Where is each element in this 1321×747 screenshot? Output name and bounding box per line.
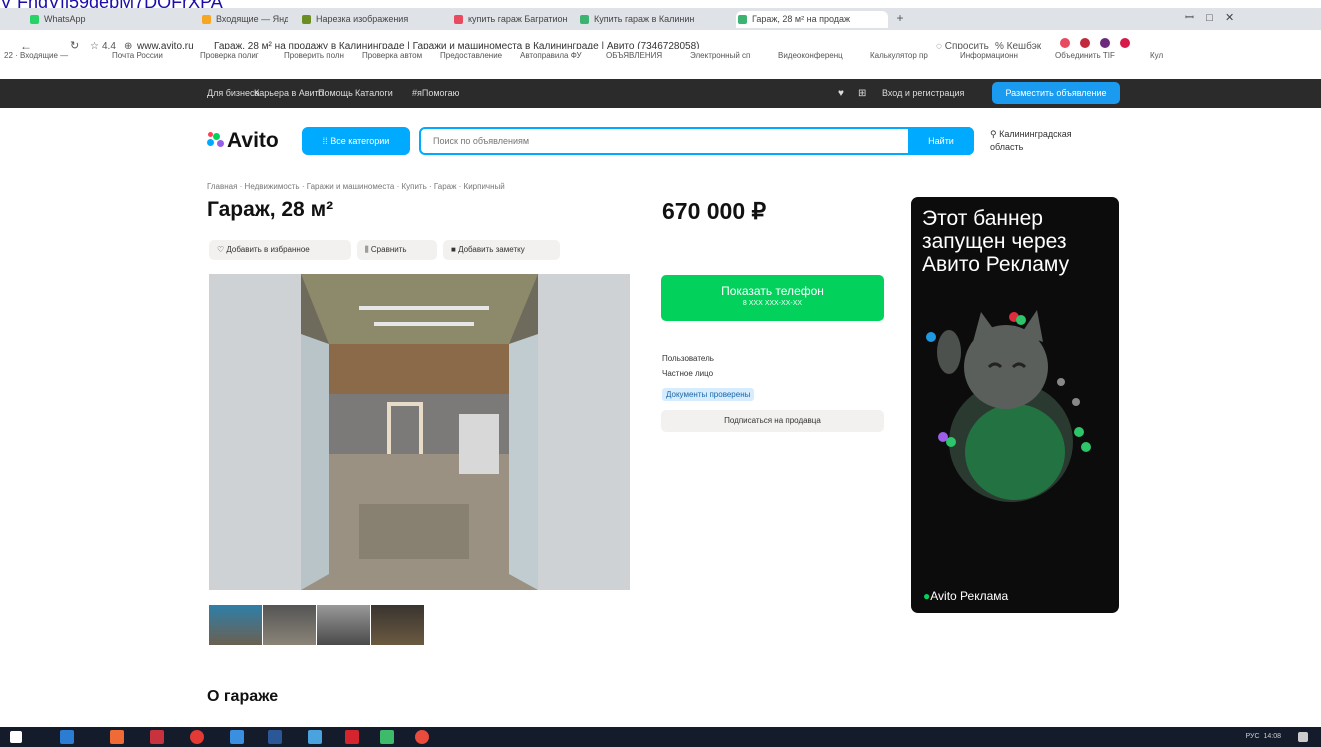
bookmark-item[interactable]: 22 · Входящие — <box>4 51 68 60</box>
windows-start-icon[interactable] <box>10 731 22 743</box>
thumbnail[interactable] <box>209 605 262 645</box>
nav-career[interactable]: Карьера в Авито <box>254 88 324 98</box>
extension-icon[interactable] <box>1120 38 1130 48</box>
breadcrumb[interactable]: Главная · Недвижимость · Гаражи и машино… <box>207 182 505 191</box>
app-icon[interactable] <box>345 730 359 744</box>
avito-logo[interactable]: Avito <box>207 129 279 153</box>
search-engine-icon <box>454 15 463 24</box>
app-icon[interactable] <box>60 730 74 744</box>
cat-figure-image <box>926 310 1091 502</box>
ad-banner[interactable]: Этот баннер запущен через Авито Рекламу … <box>911 197 1119 613</box>
search-input[interactable] <box>431 135 895 147</box>
tab-image-cut[interactable]: Нарезка изображения <box>300 11 442 28</box>
banner-text: Этот баннер запущен через Авито Рекламу <box>922 207 1070 276</box>
section-title: О гараже <box>207 688 279 705</box>
app-icon[interactable] <box>380 730 394 744</box>
nav-ihelp[interactable]: #яПомогаю <box>412 88 459 98</box>
bookmark-item[interactable]: Электронный сп <box>690 51 750 60</box>
search-box: Найти <box>419 127 974 155</box>
window-controls[interactable]: ꟷ □ ✕ <box>1185 10 1234 25</box>
show-phone-button[interactable]: Показать телефон 8 XXX XXX-XX-XX <box>661 275 884 321</box>
whatsapp-icon <box>30 15 39 24</box>
all-categories-button[interactable]: ⁞⁞ Все категории <box>302 127 410 155</box>
note-icon: ■ <box>451 245 459 254</box>
bookmark-item[interactable]: Проверка полиг <box>200 51 259 60</box>
tab-search[interactable]: купить гараж Багратион <box>452 11 568 28</box>
bookmark-item[interactable]: Калькулятор пр <box>870 51 928 60</box>
subscribe-button[interactable]: Подписаться на продавца <box>661 410 884 432</box>
heart-icon: ♡ <box>217 245 227 254</box>
seller-name[interactable]: Пользователь <box>662 354 714 363</box>
tab-avito-list[interactable]: Купить гараж в Калинин <box>578 11 728 28</box>
browser-tab-bar: WhatsApp Входящие — Яндекс Почта Нарезка… <box>0 8 1321 30</box>
garage-photo <box>209 274 630 590</box>
banner-footer: ●Avito Реклама <box>923 589 1009 603</box>
phone-mask: 8 XXX XXX-XX-XX <box>742 300 803 307</box>
bookmark-item[interactable]: Кул <box>1150 51 1163 60</box>
show-phone-label: Показать телефон <box>721 284 824 298</box>
app-icon[interactable] <box>110 730 124 744</box>
notifications-icon[interactable] <box>1298 732 1308 742</box>
location-pin-icon: ⚲ <box>990 129 1000 139</box>
add-to-favorites-button[interactable]: ♡ Добавить в избранное <box>209 240 351 260</box>
favorites-icon[interactable]: ♥ <box>838 88 844 99</box>
bookmark-item[interactable]: Информационн <box>960 51 1018 60</box>
app-icon[interactable] <box>150 730 164 744</box>
windows-taskbar: РУС 14:08 <box>0 727 1321 747</box>
extension-icon[interactable] <box>1080 38 1090 48</box>
thumbnail[interactable] <box>317 605 370 645</box>
system-tray[interactable]: РУС 14:08 <box>1246 733 1281 740</box>
app-icon[interactable] <box>308 730 322 744</box>
bookmark-item[interactable]: Проверить полн <box>284 51 344 60</box>
nav-help[interactable]: Помощь <box>318 88 353 98</box>
tab-avito-listing[interactable]: Гараж, 28 м² на продаж <box>736 11 888 28</box>
new-tab-button[interactable]: + <box>893 11 907 25</box>
listing-photo[interactable] <box>209 274 630 590</box>
extension-icon[interactable] <box>1060 38 1070 48</box>
avito-icon <box>580 15 589 24</box>
site-top-nav: Для бизнеса Карьера в Авито Помощь Катал… <box>0 79 1321 108</box>
listing-title: Гараж, 28 м² <box>207 198 334 221</box>
add-note-button[interactable]: ■ Добавить заметку <box>443 240 560 260</box>
seller-type: Частное лицо <box>662 369 714 378</box>
app-icon[interactable] <box>230 730 244 744</box>
avito-icon <box>738 15 747 24</box>
nav-catalogs[interactable]: Каталоги <box>355 88 393 98</box>
mail-icon <box>202 15 211 24</box>
chrome-icon[interactable] <box>415 730 429 744</box>
bookmark-item[interactable]: Почта России <box>112 51 163 60</box>
post-ad-button[interactable]: Разместить объявление <box>992 82 1120 104</box>
thumbnail[interactable] <box>371 605 424 645</box>
bookmark-item[interactable]: Видеоконференц <box>778 51 843 60</box>
login-link[interactable]: Вход и регистрация <box>882 88 964 98</box>
yandex-browser-icon[interactable] <box>190 730 204 744</box>
tab-mail[interactable]: Входящие — Яндекс Почта <box>200 11 288 28</box>
extension-icon[interactable] <box>1100 38 1110 48</box>
tab-whatsapp[interactable]: WhatsApp <box>28 11 108 28</box>
find-button[interactable]: Найти <box>908 127 974 155</box>
verified-badge: Документы проверены <box>662 388 755 401</box>
word-icon[interactable] <box>268 730 282 744</box>
cart-icon[interactable]: ⊞ <box>858 88 866 99</box>
bookmark-item[interactable]: Предоставление <box>440 51 502 60</box>
bookmarks-bar: 22 · Входящие — Почта России Проверка по… <box>0 49 1321 66</box>
bookmark-item[interactable]: Проверка автом <box>362 51 422 60</box>
thumbnail[interactable] <box>263 605 316 645</box>
nav-business[interactable]: Для бизнеса <box>207 88 260 98</box>
region-selector[interactable]: ⚲ Калининградская область <box>990 128 1100 154</box>
image-icon <box>302 15 311 24</box>
bookmark-item[interactable]: Автоправила ФУ <box>520 51 582 60</box>
bookmark-item[interactable]: Объединить TIF <box>1055 51 1115 60</box>
avito-logo-icon <box>207 132 225 148</box>
compare-button[interactable]: ⫼ Сравнить <box>357 240 437 260</box>
listing-price: 670 000 ₽ <box>662 198 767 224</box>
bookmark-item[interactable]: ОБЪЯВЛЕНИЯ <box>606 51 662 60</box>
